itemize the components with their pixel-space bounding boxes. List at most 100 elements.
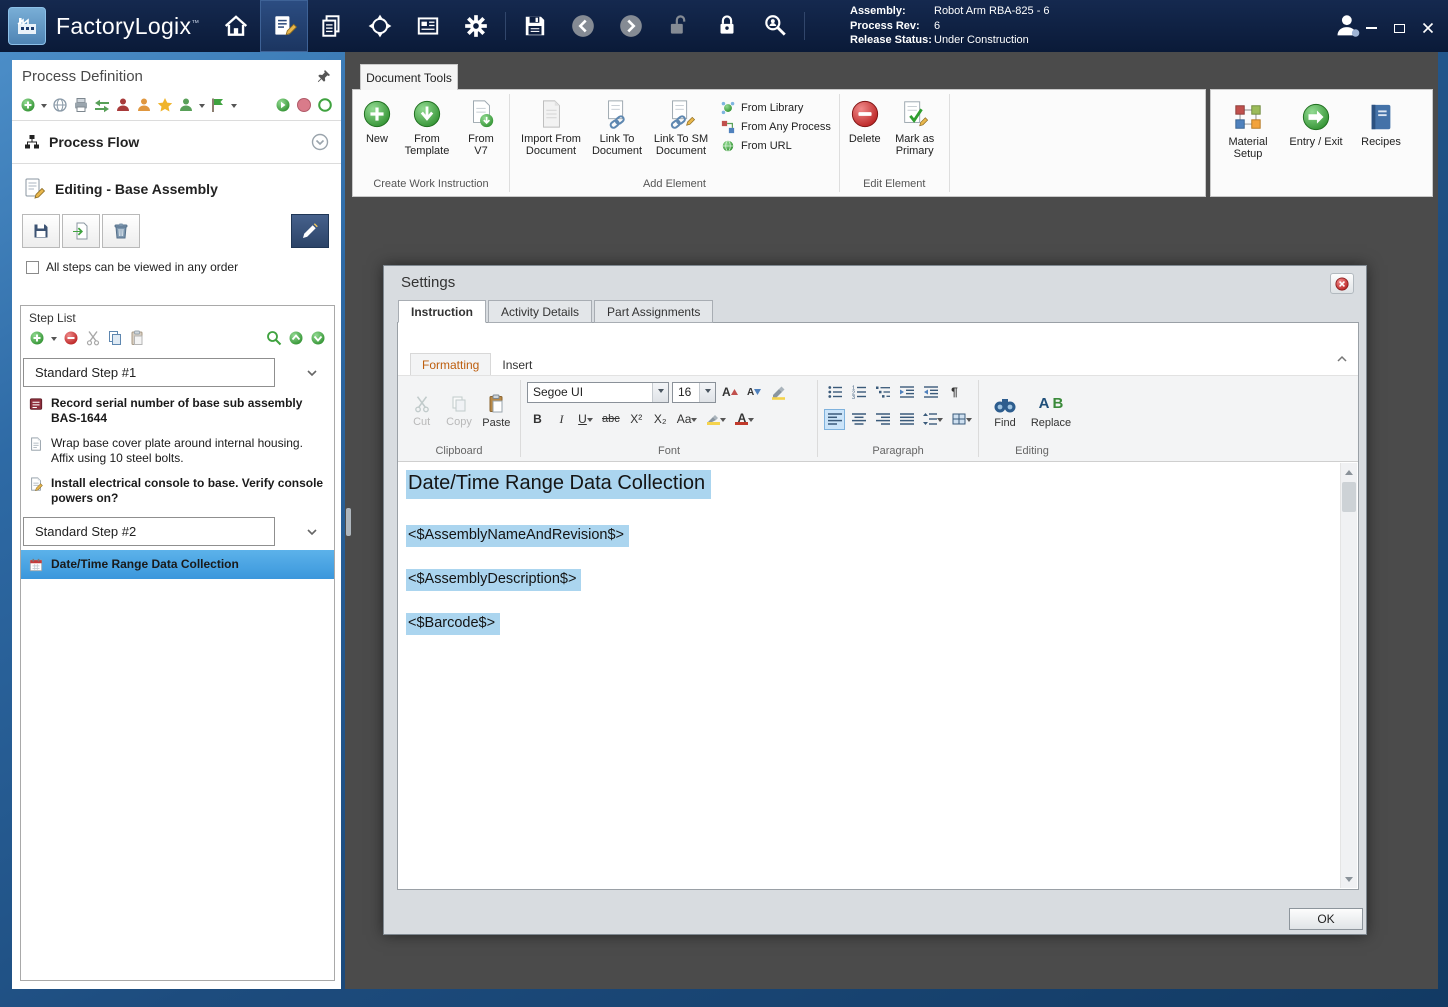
multilevel-list-button[interactable] (872, 382, 893, 403)
step-activity-row[interactable]: Wrap base cover plate around internal ho… (21, 431, 334, 471)
user-red-icon[interactable] (115, 97, 131, 113)
network-icon[interactable] (52, 97, 68, 113)
process-definition-button[interactable] (259, 0, 308, 52)
change-case-button[interactable]: Aa (674, 409, 701, 430)
subscript-button[interactable]: X₂ (650, 409, 671, 430)
replace-button[interactable]: AB Replace (1027, 391, 1075, 432)
from-library-button[interactable]: From Library (721, 101, 831, 115)
unlock-button[interactable] (655, 0, 703, 52)
documents-button[interactable] (308, 0, 356, 52)
add-step-button[interactable] (29, 330, 45, 346)
home-button[interactable] (212, 0, 260, 52)
process-flow-section[interactable]: Process Flow (12, 123, 341, 161)
align-right-button[interactable] (872, 409, 893, 430)
save-button[interactable] (511, 0, 559, 52)
new-button[interactable]: New (359, 95, 395, 149)
user-orange-icon[interactable] (136, 97, 152, 113)
chevron-down-icon[interactable] (199, 103, 205, 111)
numbered-list-button[interactable]: 123 (848, 382, 869, 403)
italic-button[interactable]: I (551, 409, 572, 430)
strikethrough-button[interactable]: abc (599, 409, 623, 430)
entry-exit-button[interactable]: Entry / Exit (1283, 98, 1349, 192)
step-name-box[interactable]: Standard Step #2 (23, 517, 275, 546)
justify-button[interactable] (896, 409, 917, 430)
cut-button[interactable]: Cut (404, 392, 439, 431)
underline-button[interactable]: U (575, 409, 596, 430)
step-activity-row[interactable]: Install electrical console to base. Veri… (21, 471, 334, 511)
scrollbar-thumb[interactable] (1342, 482, 1356, 512)
find-step-button[interactable] (266, 330, 282, 346)
document-scrollbar[interactable] (1340, 463, 1357, 888)
import-from-document-button[interactable]: Import From Document (516, 95, 586, 161)
maximize-button[interactable] (1394, 23, 1405, 33)
back-button[interactable] (559, 0, 607, 52)
scroll-down-button[interactable] (1341, 871, 1357, 888)
copy-button[interactable]: Copy (441, 392, 476, 431)
tab-instruction[interactable]: Instruction (398, 300, 486, 323)
from-url-button[interactable]: From URL (721, 139, 831, 153)
decrease-indent-button[interactable] (896, 382, 917, 403)
font-family-select[interactable]: Segoe UI (527, 381, 669, 403)
news-button[interactable] (404, 0, 452, 52)
dialog-close-button[interactable] (1330, 273, 1354, 294)
from-v7-button[interactable]: From V7 (459, 95, 503, 161)
paste-button[interactable]: Paste (479, 391, 514, 432)
ok-button[interactable]: OK (1289, 908, 1363, 930)
ready-icon[interactable] (317, 97, 333, 113)
material-setup-button[interactable]: Material Setup (1219, 98, 1277, 192)
chevron-down-icon[interactable] (51, 336, 57, 344)
paste-step-button[interactable] (129, 330, 145, 346)
step-activity-row-selected[interactable]: Date/Time Range Data Collection (21, 550, 334, 579)
tab-document-tools[interactable]: Document Tools (360, 64, 458, 90)
delete-element-button[interactable]: Delete (846, 95, 884, 149)
collapse-ribbon-button[interactable] (1336, 353, 1348, 365)
import-export-button[interactable] (62, 214, 100, 248)
move-down-button[interactable] (310, 330, 326, 346)
record-icon[interactable] (296, 97, 312, 113)
cut-step-button[interactable] (85, 330, 101, 346)
go-icon[interactable] (275, 97, 291, 113)
any-order-checkbox[interactable] (26, 260, 39, 274)
mark-as-primary-button[interactable]: Mark as Primary (887, 95, 943, 161)
link-to-sm-document-button[interactable]: Link To SM Document (648, 95, 714, 161)
step-header[interactable]: Standard Step #2 (23, 517, 330, 546)
instruction-document[interactable]: Date/Time Range Data Collection <$Assemb… (398, 462, 1358, 889)
expand-circle-icon[interactable] (311, 133, 329, 151)
audit-search-button[interactable] (751, 0, 799, 52)
move-up-button[interactable] (288, 330, 304, 346)
step-activity-row[interactable]: Record serial number of base sub assembl… (21, 391, 334, 431)
close-button[interactable] (1422, 22, 1434, 34)
show-marks-button[interactable]: ¶ (944, 382, 965, 403)
pin-icon[interactable] (317, 69, 331, 83)
align-center-button[interactable] (848, 409, 869, 430)
from-template-button[interactable]: From Template (398, 95, 456, 161)
line-spacing-button[interactable] (920, 409, 946, 430)
minimize-button[interactable] (1366, 27, 1377, 29)
bullet-list-button[interactable] (824, 382, 845, 403)
chevron-down-icon[interactable] (231, 103, 237, 111)
flag-icon[interactable] (210, 97, 226, 113)
user-green-icon[interactable] (178, 97, 194, 113)
add-button[interactable] (20, 97, 36, 113)
edit-mode-button[interactable] (291, 214, 329, 248)
step-name-box[interactable]: Standard Step #1 (23, 358, 275, 387)
tab-formatting[interactable]: Formatting (410, 353, 492, 375)
align-left-button[interactable] (824, 408, 845, 430)
font-color-button[interactable]: A (732, 409, 757, 430)
remove-step-button[interactable] (63, 330, 79, 346)
link-to-document-button[interactable]: Link To Document (589, 95, 645, 161)
print-icon[interactable] (73, 97, 89, 113)
bold-button[interactable]: B (527, 409, 548, 430)
step-header[interactable]: Standard Step #1 (23, 358, 330, 387)
chevron-down-icon[interactable] (306, 367, 318, 379)
shrink-font-button[interactable]: A (744, 382, 765, 403)
favorite-star-icon[interactable] (157, 97, 173, 113)
delete-process-button[interactable] (102, 214, 140, 248)
tab-part-assignments[interactable]: Part Assignments (594, 300, 714, 323)
lock-button[interactable] (703, 0, 751, 52)
find-button[interactable]: Find (985, 391, 1025, 432)
chevron-down-icon[interactable] (306, 526, 318, 538)
deploy-button[interactable] (356, 0, 404, 52)
increase-indent-button[interactable] (920, 382, 941, 403)
tab-activity-details[interactable]: Activity Details (488, 300, 593, 323)
